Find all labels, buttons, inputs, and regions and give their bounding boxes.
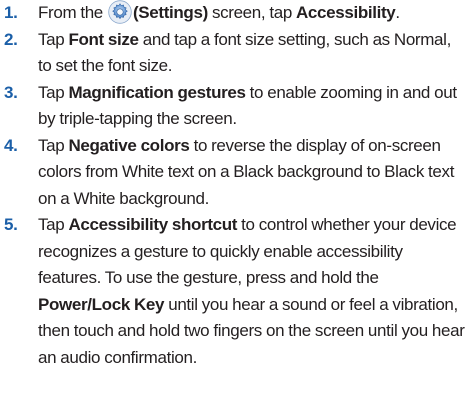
step-text-lead: Tap [38,29,69,49]
step-2: 2. Tap Font size and tap a font size set… [0,27,472,80]
step-text-lead: Tap [38,135,69,155]
step-number: 4. [4,135,18,155]
step-text: Tap Font size and tap a font size settin… [38,27,472,80]
step-5: 5. Tap Accessibility shortcut to control… [0,212,472,371]
step-text: Tap Negative colors to reverse the displ… [38,133,472,213]
step-3: 3. Tap Magnification gestures to enable … [0,80,472,133]
step-1: 1. From the (Settings) screen, tap Acces… [0,0,472,27]
menu-item-accessibility-shortcut: Accessibility shortcut [68,215,238,234]
step-text-mid: screen, tap [207,3,296,22]
menu-item-magnification-gestures: Magnification gestures [68,82,246,102]
menu-item-font-size: Font size [68,29,139,49]
step-text-tail: . [395,3,400,22]
power-lock-key-label: Power/Lock Key [38,294,165,314]
step-number: 3. [4,82,18,102]
step-text-lead: Tap [38,82,69,102]
menu-item-negative-colors: Negative colors [68,135,190,155]
settings-label: (Settings) [133,3,208,22]
step-4: 4. Tap Negative colors to reverse the di… [0,133,472,213]
step-text-lead: Tap [38,215,69,234]
instruction-list: 1. From the (Settings) screen, tap Acces… [0,0,472,402]
step-text: Tap Accessibility shortcut to control wh… [38,212,472,371]
menu-item-accessibility: Accessibility [296,3,396,22]
step-number: 5. [4,215,18,234]
step-number: 2. [4,29,18,49]
step-text-lead: From the [38,3,107,22]
step-text: From the (Settings) screen, tap Accessib… [38,0,472,27]
settings-icon [108,0,132,24]
step-text: Tap Magnification gestures to enable zoo… [38,80,472,133]
step-number: 1. [4,3,18,22]
